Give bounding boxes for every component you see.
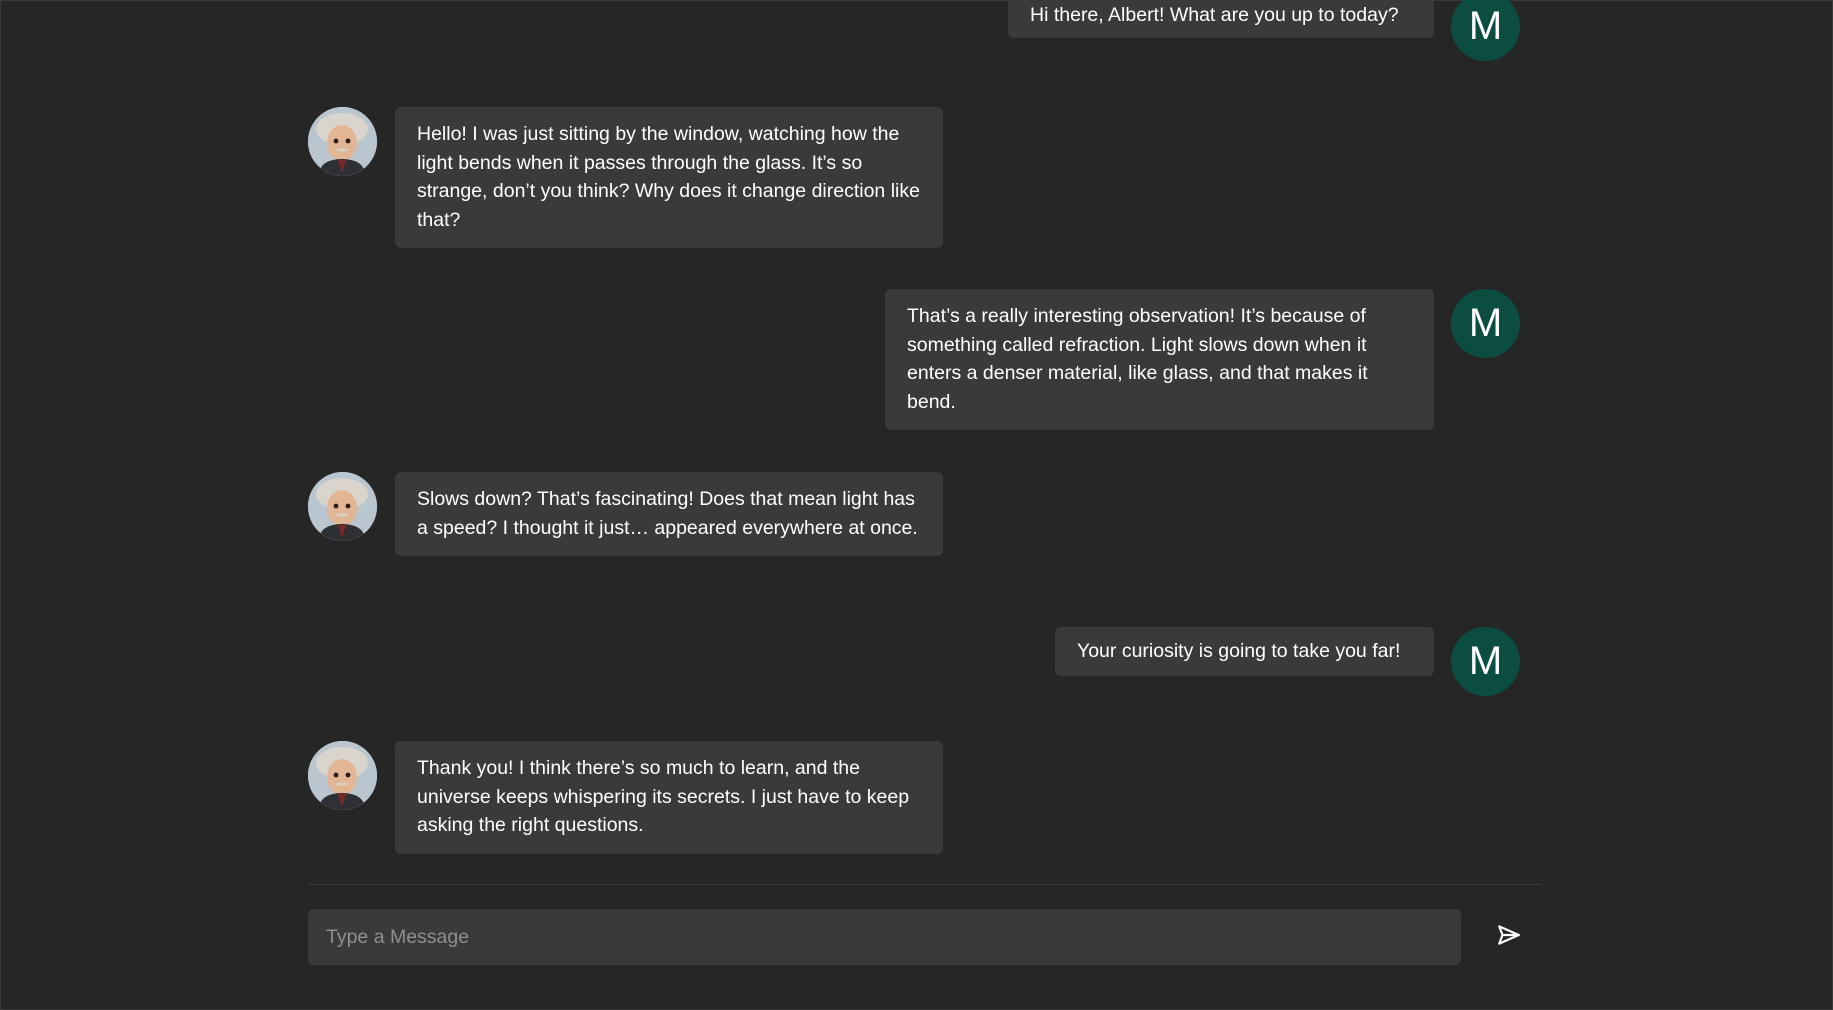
message-bubble: Hello! I was just sitting by the window,… bbox=[395, 107, 943, 248]
message-user: Hi there, Albert! What are you up to tod… bbox=[1008, 0, 1520, 61]
message-bubble: That’s a really interesting observation!… bbox=[885, 289, 1434, 430]
message-bubble: Thank you! I think there’s so much to le… bbox=[395, 741, 943, 854]
albert-avatar bbox=[308, 472, 377, 541]
message-input[interactable] bbox=[308, 909, 1461, 965]
message-bot: Slows down? That’s fascinating! Does tha… bbox=[308, 472, 943, 556]
message-bot: Hello! I was just sitting by the window,… bbox=[308, 107, 943, 248]
user-avatar: M bbox=[1451, 627, 1520, 696]
message-list[interactable]: Hi there, Albert! What are you up to tod… bbox=[308, 0, 1542, 881]
send-icon bbox=[1496, 922, 1522, 953]
chat-window: Hi there, Albert! What are you up to tod… bbox=[0, 0, 1833, 1010]
albert-avatar bbox=[308, 741, 377, 810]
albert-avatar bbox=[308, 107, 377, 176]
send-button[interactable] bbox=[1491, 919, 1527, 955]
user-avatar: M bbox=[1451, 0, 1520, 61]
message-user: That’s a really interesting observation!… bbox=[885, 289, 1520, 430]
user-avatar: M bbox=[1451, 289, 1520, 358]
composer-divider bbox=[308, 884, 1542, 885]
message-bubble: Your curiosity is going to take you far! bbox=[1055, 627, 1434, 676]
message-bubble: Hi there, Albert! What are you up to tod… bbox=[1008, 0, 1434, 38]
message-user: Your curiosity is going to take you far!… bbox=[1055, 627, 1520, 696]
message-bot: Thank you! I think there’s so much to le… bbox=[308, 741, 943, 854]
message-bubble: Slows down? That’s fascinating! Does tha… bbox=[395, 472, 943, 556]
